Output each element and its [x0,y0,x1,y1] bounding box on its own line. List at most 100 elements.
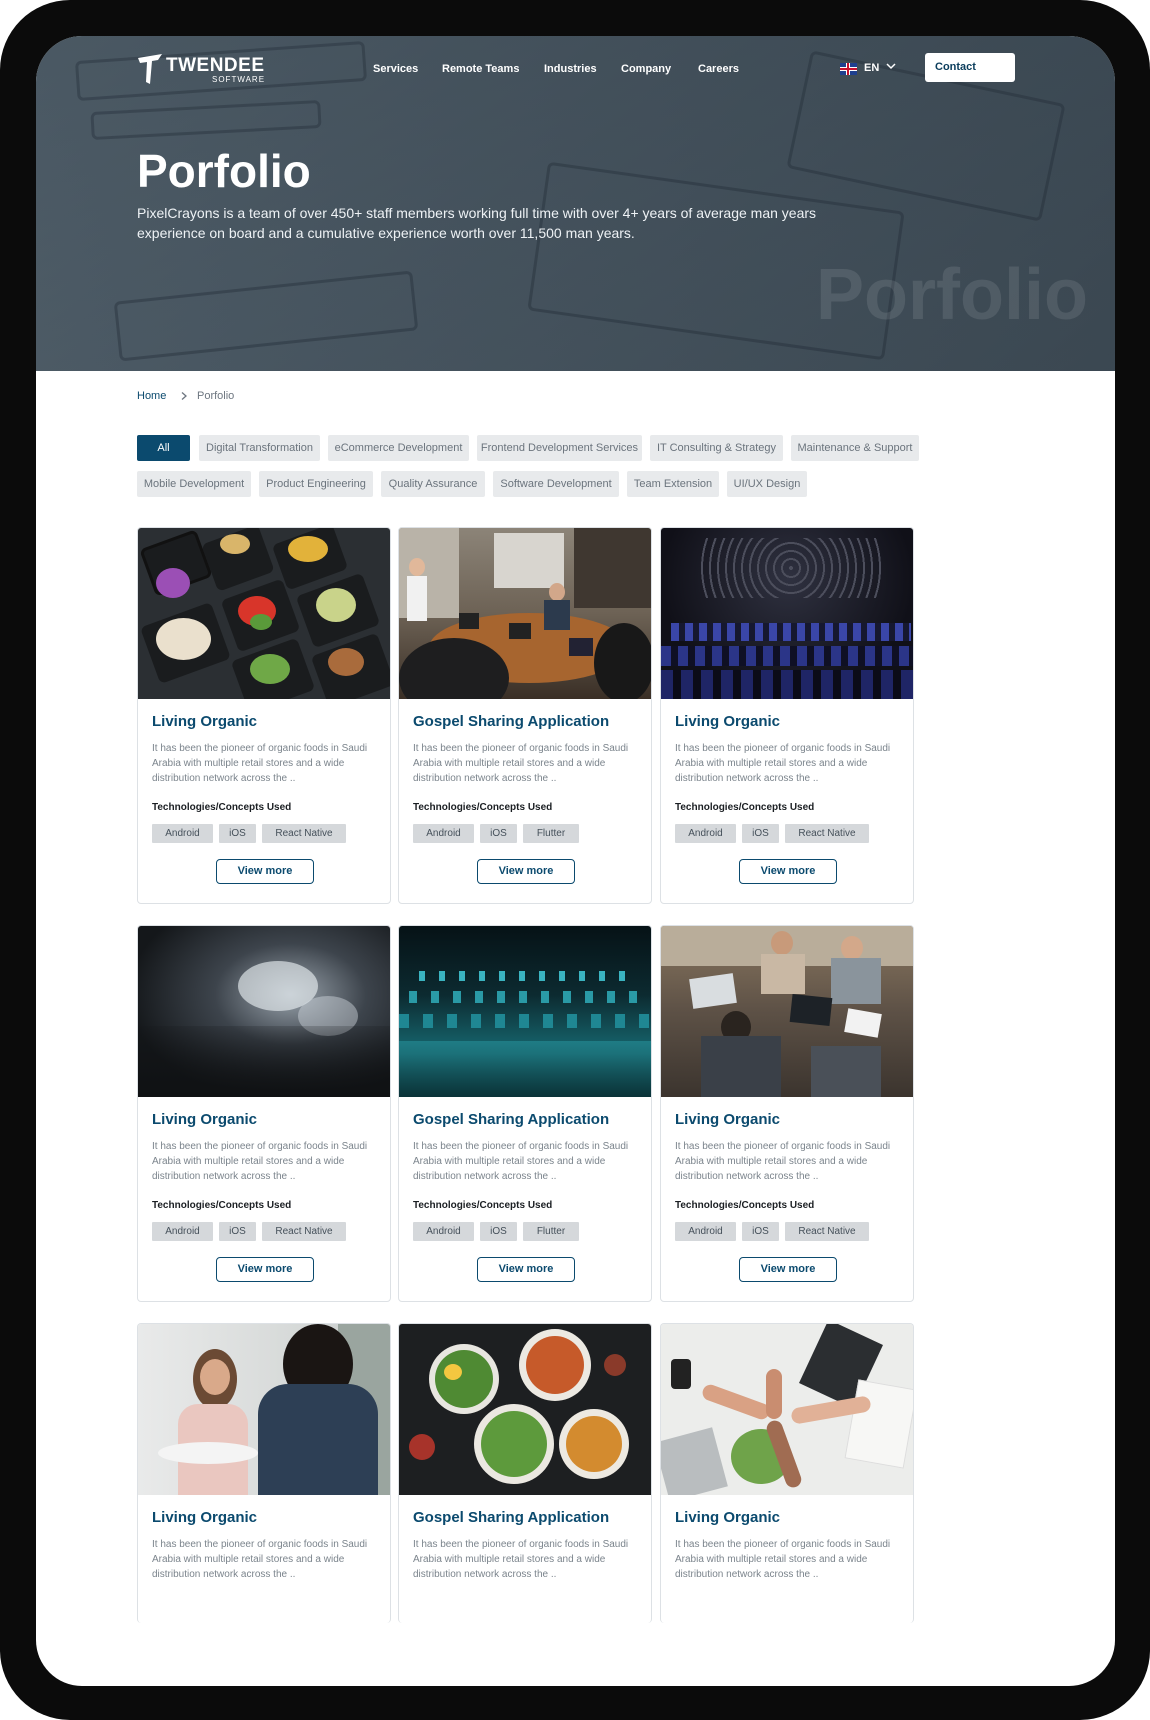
tag: React Native [785,824,869,843]
card-title: Living Organic [675,1509,781,1526]
filter-quality-assurance[interactable]: Quality Assurance [381,471,485,497]
card-tech-label: Technologies/Concepts Used [413,802,553,813]
tag: iOS [742,824,779,843]
view-more-button[interactable]: View more [216,859,314,884]
uk-flag-icon [840,63,857,75]
filter-ui-ux-design[interactable]: UI/UX Design [727,471,807,497]
card-tech-label: Technologies/Concepts Used [675,1200,815,1211]
card-title: Living Organic [675,713,781,730]
card-description: It has been the pioneer of organic foods… [413,1539,629,1580]
filter-it-consulting[interactable]: IT Consulting & Strategy [650,435,783,461]
language-code: EN [864,62,880,74]
card-image-audience [661,528,913,699]
card-tags: Android iOS React Native [152,1222,382,1242]
tag: Android [413,824,474,843]
card-tags: Android iOS Flutter [413,1222,643,1242]
card-description: It has been the pioneer of organic foods… [675,743,891,784]
view-more-button[interactable]: View more [739,1257,837,1282]
filter-team-extension[interactable]: Team Extension [627,471,719,497]
portfolio-card: Living Organic It has been the pioneer o… [137,527,391,904]
portfolio-card: Gospel Sharing Application It has been t… [398,527,652,904]
filter-product-engineering[interactable]: Product Engineering [259,471,373,497]
card-title: Gospel Sharing Application [413,713,610,730]
card-description: It has been the pioneer of organic foods… [413,1141,629,1182]
view-more-button[interactable]: View more [477,859,575,884]
card-title: Living Organic [152,1509,258,1526]
card-image-keyboard [399,926,651,1097]
view-more-button[interactable]: View more [477,1257,575,1282]
nav-link-careers[interactable]: Careers [698,63,739,75]
card-image-team-laptops [661,926,913,1097]
card-description: It has been the pioneer of organic foods… [675,1141,891,1182]
card-title: Gospel Sharing Application [413,1509,610,1526]
portfolio-card: Gospel Sharing Application It has been t… [398,925,652,1302]
tag: React Native [785,1222,869,1241]
logo-name: TWENDEE [166,55,265,76]
portfolio-card: Gospel Sharing Application It has been t… [398,1323,652,1623]
card-tags: Android iOS Flutter [413,824,643,844]
logo-subtitle: SOFTWARE [212,75,266,84]
view-more-button[interactable]: View more [739,859,837,884]
card-image-food-containers [138,528,390,699]
filter-ecommerce-development[interactable]: eCommerce Development [328,435,469,461]
hero-banner: TWENDEE SOFTWARE Services Remote Teams I… [36,36,1115,371]
card-description: It has been the pioneer of organic foods… [675,1539,891,1580]
tag: Android [413,1222,474,1241]
tag: Android [675,824,736,843]
card-image-puzzle [138,926,390,1097]
chevron-down-icon [886,63,896,70]
tablet-frame: TWENDEE SOFTWARE Services Remote Teams I… [0,0,1150,1720]
filter-maintenance-support[interactable]: Maintenance & Support [791,435,919,461]
nav-link-industries[interactable]: Industries [544,63,597,75]
portfolio-card: Living Organic It has been the pioneer o… [660,527,914,904]
tag: Android [152,824,213,843]
nav-link-company[interactable]: Company [621,63,671,75]
nav-link-remote-teams[interactable]: Remote Teams [442,63,519,75]
screen: TWENDEE SOFTWARE Services Remote Teams I… [36,36,1115,1686]
tag: iOS [219,1222,256,1241]
filter-mobile-development[interactable]: Mobile Development [137,471,251,497]
contact-button[interactable]: Contact [925,53,1015,82]
filter-all[interactable]: All [137,435,190,461]
tag: React Native [262,824,346,843]
portfolio-card: Living Organic It has been the pioneer o… [660,925,914,1302]
hero-watermark: Porfolio [816,255,1088,335]
filter-software-development[interactable]: Software Development [493,471,619,497]
card-image-salad-bowls [399,1324,651,1495]
tag: iOS [219,824,256,843]
hero-description: PixelCrayons is a team of over 450+ staf… [137,205,817,241]
brand-logo[interactable]: TWENDEE SOFTWARE [136,52,276,86]
nav-link-services[interactable]: Services [373,63,418,75]
logo-icon [138,54,162,84]
card-description: It has been the pioneer of organic foods… [152,743,368,784]
card-image-team-fists [661,1324,913,1495]
language-selector[interactable]: EN [840,60,900,78]
card-description: It has been the pioneer of organic foods… [152,1141,368,1182]
card-image-interview [138,1324,390,1495]
card-tags: Android iOS React Native [675,824,905,844]
view-more-button[interactable]: View more [216,1257,314,1282]
top-nav: TWENDEE SOFTWARE Services Remote Teams I… [36,36,1115,116]
card-image-meeting-room [399,528,651,699]
portfolio-card: Living Organic It has been the pioneer o… [660,1323,914,1623]
card-description: It has been the pioneer of organic foods… [152,1539,368,1580]
portfolio-card: Living Organic It has been the pioneer o… [137,925,391,1302]
card-tags: Android iOS React Native [675,1222,905,1242]
breadcrumb-home[interactable]: Home [137,390,166,402]
filter-digital-transformation[interactable]: Digital Transformation [199,435,320,461]
card-tech-label: Technologies/Concepts Used [152,1200,292,1211]
tag: Flutter [523,824,579,843]
card-tech-label: Technologies/Concepts Used [413,1200,553,1211]
card-tech-label: Technologies/Concepts Used [675,802,815,813]
tag: Flutter [523,1222,579,1241]
tag: iOS [480,824,517,843]
card-title: Living Organic [152,713,258,730]
filter-frontend-development[interactable]: Frontend Development Services [477,435,642,461]
card-description: It has been the pioneer of organic foods… [413,743,629,784]
breadcrumb-current: Porfolio [197,390,235,402]
card-tags: Android iOS React Native [152,824,382,844]
tag: Android [675,1222,736,1241]
portfolio-card: Living Organic It has been the pioneer o… [137,1323,391,1623]
card-tech-label: Technologies/Concepts Used [152,802,292,813]
chevron-right-icon [181,392,187,400]
